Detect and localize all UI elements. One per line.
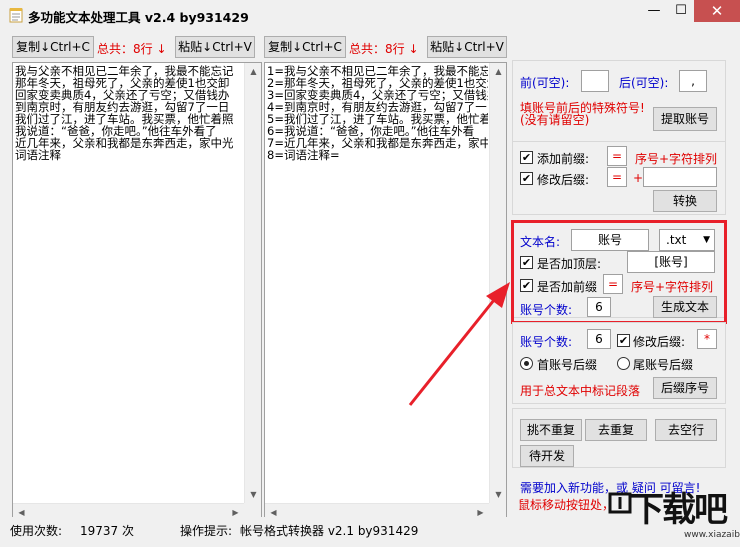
tools-panel: 挑不重复 去重复 去空行 待开发 — [512, 408, 726, 468]
highlight-box — [511, 220, 727, 324]
usage-count-label: 使用次数: — [10, 524, 63, 538]
minimize-button[interactable]: — — [640, 0, 668, 22]
convert-panel: ✔ 添加前缀: = 序号+字符排列 ✔ 修改后缀: = + 转换 — [512, 141, 726, 215]
pick-unique-button[interactable]: 挑不重复 — [520, 419, 582, 441]
suffix-input[interactable]: , — [679, 70, 707, 92]
add-prefix-input[interactable]: = — [607, 146, 627, 166]
remove-blank-lines-button[interactable]: 去空行 — [655, 419, 717, 441]
source-text-lines: 我与父亲不相见已二年余了，我最不能忘记 那年冬天，祖母死了，父亲的差使1也交卸 回家… — [15, 65, 243, 502]
red-arrow-icon — [408, 282, 510, 406]
title-bar: 多功能文本处理工具 v2.4 by931429 — ☐ ✕ — [0, 0, 740, 30]
mark-paragraph-hint: 用于总文本中标记段落 — [520, 384, 641, 398]
scroll-up-icon[interactable]: ▲ — [245, 63, 261, 80]
plus-sign: + — [633, 171, 644, 185]
maximize-button[interactable]: ☐ — [668, 0, 694, 22]
suffix-label: 后(可空): — [619, 76, 669, 90]
scroll-down-icon[interactable]: ▼ — [245, 486, 261, 503]
tip-value: 帐号格式转换器 v2.1 by931429 — [240, 524, 419, 538]
suffix-sequence-panel: 账号个数: 6 ✔ 修改后缀: * 首账号后缀 尾账号后缀 用于总文本中标记段落… — [512, 322, 726, 404]
window-title: 多功能文本处理工具 v2.4 by931429 — [28, 10, 249, 25]
modify-suffix-extra-input[interactable] — [643, 167, 717, 187]
main-content: 复制↓Ctrl+C 总共：8行 ↓ 粘贴↓Ctrl+V 复制↓Ctrl+C 总共… — [8, 30, 732, 521]
modify-suffix-checkbox[interactable]: ✔ — [617, 334, 630, 347]
left-paste-button[interactable]: 粘贴↓Ctrl+V — [175, 36, 255, 58]
modify-suffix-label: 修改后缀: — [633, 335, 686, 349]
right-total-count: 总共：8行 ↓ — [349, 42, 419, 56]
remove-duplicates-button[interactable]: 去重复 — [585, 419, 647, 441]
source-vertical-scrollbar[interactable]: ▲ ▼ — [244, 63, 261, 503]
right-paste-button[interactable]: 粘贴↓Ctrl+V — [427, 36, 507, 58]
modify-suffix-checkbox[interactable]: ✔ — [520, 172, 533, 185]
source-textarea[interactable]: 我与父亲不相见已二年余了，我最不能忘记 那年冬天，祖母死了，父亲的差使1也交卸 回家… — [12, 62, 262, 521]
right-copy-button[interactable]: 复制↓Ctrl+C — [264, 36, 346, 58]
modify-suffix-input[interactable]: * — [697, 329, 717, 349]
add-prefix-label: 添加前缀: — [537, 152, 590, 166]
convert-button[interactable]: 转换 — [653, 190, 717, 212]
text-line: 8=词语注释= — [267, 148, 340, 162]
hint-leave-empty: (没有请留空) — [520, 113, 590, 127]
count-input[interactable]: 6 — [587, 329, 611, 349]
close-button[interactable]: ✕ — [694, 0, 740, 22]
count-label: 账号个数: — [520, 335, 573, 349]
scroll-down-icon[interactable]: ▼ — [490, 486, 506, 503]
watermark-url: www.xiazaiba.com — [684, 530, 740, 540]
hover-hint: 鼠标移动按钮处， — [518, 498, 615, 512]
modify-suffix-input[interactable]: = — [607, 167, 627, 187]
modify-suffix-label: 修改后缀: — [537, 173, 590, 187]
pending-feature-button[interactable]: 待开发 — [520, 445, 574, 467]
left-copy-button[interactable]: 复制↓Ctrl+C — [12, 36, 94, 58]
add-prefix-hint: 序号+字符排列 — [635, 152, 718, 166]
first-account-suffix-radio[interactable] — [520, 357, 533, 370]
text-line: 词语注释 — [15, 148, 61, 162]
last-account-suffix-radio[interactable] — [617, 357, 630, 370]
suffix-sequence-button[interactable]: 后缀序号 — [653, 377, 717, 399]
tip-label: 操作提示: — [180, 524, 233, 538]
left-total-count: 总共：8行 ↓ — [97, 42, 167, 56]
last-account-suffix-label: 尾账号后缀 — [633, 358, 694, 372]
extract-account-button[interactable]: 提取账号 — [653, 107, 717, 131]
prefix-input[interactable] — [581, 70, 609, 92]
status-bar: 使用次数: 19737 次 操作提示: 帐号格式转换器 v2.1 by93142… — [0, 517, 740, 547]
app-icon — [9, 8, 23, 23]
add-prefix-checkbox[interactable]: ✔ — [520, 151, 533, 164]
first-account-suffix-label: 首账号后缀 — [537, 358, 598, 372]
watermark-text: 下载吧 — [630, 490, 728, 530]
scroll-up-icon[interactable]: ▲ — [490, 63, 506, 80]
prefix-label: 前(可空): — [520, 76, 570, 90]
usage-count-value: 19737 次 — [80, 524, 134, 538]
